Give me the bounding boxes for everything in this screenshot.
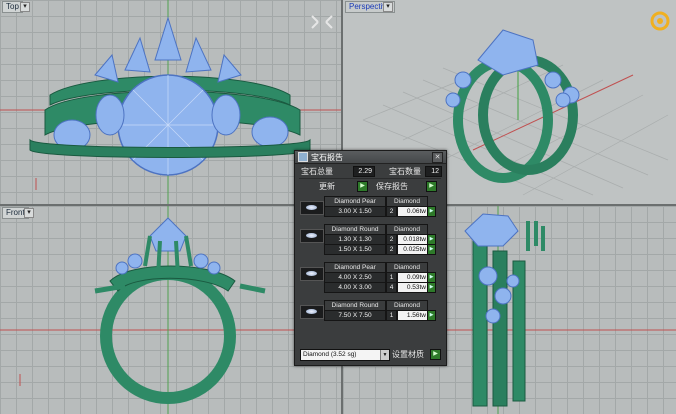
dialog-titlebar[interactable]: 宝石报告 ✕: [295, 151, 446, 164]
gem-count-label: 宝石数量: [389, 167, 421, 176]
gem-size: 1.50 X 1.50: [324, 244, 386, 255]
gem-total-weight: 0.025tw: [397, 244, 428, 255]
gem-list: Diamond Pear Diamond 3.00 X 1.50 2 0.06t…: [298, 193, 443, 349]
set-material-label: 设置材质: [392, 350, 424, 359]
select-gem-button[interactable]: ▶: [427, 282, 436, 293]
gem-size: 3.00 X 1.50: [324, 206, 386, 217]
viewport-front[interactable]: Front ▾: [0, 206, 341, 414]
viewport-menu-arrow-icon[interactable]: ▾: [20, 2, 30, 12]
total-weight-label: 宝石总量: [301, 167, 333, 176]
gem-total-weight: 1.56tw: [397, 310, 428, 321]
gem-count-value: 12: [425, 166, 442, 177]
list-item: Diamond Round Diamond 1.30 X 1.30 2 0.01…: [298, 224, 443, 265]
dialog-title: 宝石报告: [311, 152, 343, 162]
viewport-nav-icon[interactable]: [310, 14, 334, 30]
save-report-button[interactable]: ▶: [426, 181, 437, 192]
total-weight-value: 2.29: [352, 166, 375, 177]
app-icon: [298, 152, 308, 162]
update-label: 更新: [319, 182, 335, 191]
gem-thumbnail: [300, 305, 324, 319]
viewport-menu-arrow-icon[interactable]: ▾: [24, 208, 34, 218]
gem-size: 4.00 X 3.00: [324, 282, 386, 293]
rotate-view-icon[interactable]: [649, 10, 671, 32]
gem-thumbnail: [300, 267, 324, 281]
gem-qty: 2: [386, 244, 397, 255]
material-bar: Diamond (3.52 sg) ▼ 设置材质 ▶: [298, 348, 443, 361]
viewport-top[interactable]: Top ▾: [0, 0, 341, 204]
divider: [299, 178, 441, 179]
gem-thumbnail: [300, 201, 324, 215]
material-select-value: Diamond (3.52 sg): [303, 351, 357, 358]
gem-qty: 1: [386, 310, 397, 321]
select-gem-button[interactable]: ▶: [427, 310, 436, 321]
gem-qty: 4: [386, 282, 397, 293]
close-icon[interactable]: ✕: [432, 151, 443, 163]
set-material-button[interactable]: ▶: [430, 349, 441, 360]
gem-report-dialog: 宝石报告 ✕ 宝石总量 2.29 宝石数量 12 更新 ▶ 保存报告 ▶ Dia…: [294, 150, 447, 366]
ring-front-view: [0, 206, 341, 414]
material-select[interactable]: Diamond (3.52 sg) ▼: [300, 349, 390, 361]
list-item: Diamond Round Diamond 7.50 X 7.50 1 1.56…: [298, 300, 443, 341]
select-gem-button[interactable]: ▶: [427, 244, 436, 255]
select-gem-button[interactable]: ▶: [427, 206, 436, 217]
gem-size: 7.50 X 7.50: [324, 310, 386, 321]
gem-total-weight: 0.06tw: [397, 206, 428, 217]
viewport-menu-arrow-icon[interactable]: ▾: [383, 2, 393, 12]
ring-top-view: [0, 0, 341, 204]
gem-thumbnail: [300, 229, 324, 243]
gem-total-weight: 0.53tw: [397, 282, 428, 293]
update-button[interactable]: ▶: [357, 181, 368, 192]
chevron-down-icon[interactable]: ▼: [380, 350, 389, 360]
save-report-label: 保存报告: [376, 182, 408, 191]
list-item: Diamond Pear Diamond 4.00 X 2.50 1 0.09t…: [298, 262, 443, 303]
gem-qty: 2: [386, 206, 397, 217]
